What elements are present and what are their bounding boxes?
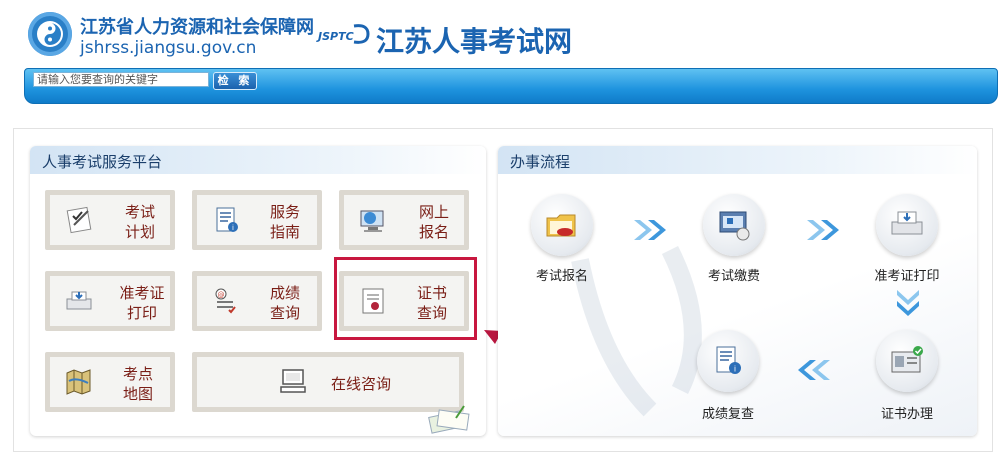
- logo-icon[interactable]: [28, 12, 72, 56]
- site-header: 江苏省人力资源和社会保障网 jshrss.jiangsu.gov.cn JSPT…: [0, 0, 1005, 68]
- online-registration-icon: [360, 210, 384, 232]
- score-query-label: 成绩 查询: [269, 284, 300, 322]
- search-bar: 请输入您要查询的关键字 检 索: [24, 68, 998, 104]
- exam-map-label: 考点 地图: [122, 365, 153, 403]
- chevron-down-icon: [897, 290, 919, 316]
- exam-plan-label: 考试 计划: [124, 203, 155, 241]
- step-exam-registration-label: 考试报名: [535, 269, 588, 284]
- svg-text:i: i: [232, 224, 234, 232]
- step-exam-registration-button[interactable]: [531, 194, 593, 256]
- report-icon: i: [716, 346, 741, 374]
- online-consult-icon: [280, 369, 306, 393]
- highlight-box: [334, 257, 477, 340]
- exam-plan-button[interactable]: 考试 计划: [45, 190, 175, 250]
- step-admission-print-button[interactable]: [876, 194, 938, 256]
- admission-print-icon: [66, 291, 92, 310]
- online-consult-button[interactable]: 在线咨询: [192, 352, 464, 412]
- chevron-right-icon: [807, 220, 839, 240]
- service-guide-icon: i: [216, 207, 238, 232]
- admission-print-button[interactable]: 准考证 打印: [45, 271, 175, 331]
- org-url: jshrss.jiangsu.gov.cn: [80, 38, 257, 58]
- payment-icon: [719, 211, 750, 241]
- step-exam-payment-button[interactable]: [703, 194, 765, 256]
- exam-map-icon: [66, 369, 91, 395]
- step-score-review-label: 成绩复查: [701, 407, 754, 422]
- service-guide-label: 服务 指南: [269, 203, 300, 241]
- online-registration-label: 网上 报名: [418, 203, 449, 241]
- decorative-cards-icon: [428, 405, 470, 434]
- id-card-icon: [891, 346, 923, 373]
- step-exam-payment-label: 考试缴费: [707, 269, 760, 284]
- org-name: 江苏省人力资源和社会保障网: [80, 17, 314, 38]
- step-score-review-button[interactable]: i: [697, 330, 759, 392]
- step-admission-print-label: 准考证打印: [874, 269, 940, 284]
- brand-mark: JSPTC: [318, 30, 354, 43]
- score-query-button[interactable]: @ 成绩 查询: [192, 271, 322, 331]
- score-query-icon: @: [215, 288, 236, 314]
- search-button[interactable]: 检 索: [213, 72, 257, 90]
- site-title[interactable]: 江苏人事考试网: [376, 20, 572, 60]
- svg-text:@: @: [218, 291, 225, 299]
- exam-plan-icon: [66, 206, 92, 234]
- printer-icon: [891, 211, 923, 235]
- admission-print-label: 准考证 打印: [119, 284, 165, 322]
- online-registration-button[interactable]: 网上 报名: [339, 190, 469, 250]
- services-panel-header: 人事考试服务平台: [30, 146, 486, 174]
- process-panel-header: 办事流程: [498, 146, 977, 174]
- chevron-right-icon: [634, 220, 666, 240]
- step-certificate-processing-label: 证书办理: [880, 407, 933, 422]
- service-guide-button[interactable]: i 服务 指南: [192, 190, 322, 250]
- exam-map-button[interactable]: 考点 地图: [45, 352, 175, 412]
- brand-arc-icon: [353, 24, 370, 44]
- folder-icon: [546, 214, 576, 237]
- process-panel-title: 办事流程: [510, 153, 571, 171]
- step-certificate-processing-button[interactable]: [876, 330, 938, 392]
- search-input[interactable]: 请输入您要查询的关键字: [33, 72, 209, 87]
- online-consult-label: 在线咨询: [330, 375, 391, 393]
- services-panel-title: 人事考试服务平台: [42, 153, 163, 171]
- svg-text:i: i: [734, 365, 736, 374]
- chevron-left-icon: [798, 360, 830, 380]
